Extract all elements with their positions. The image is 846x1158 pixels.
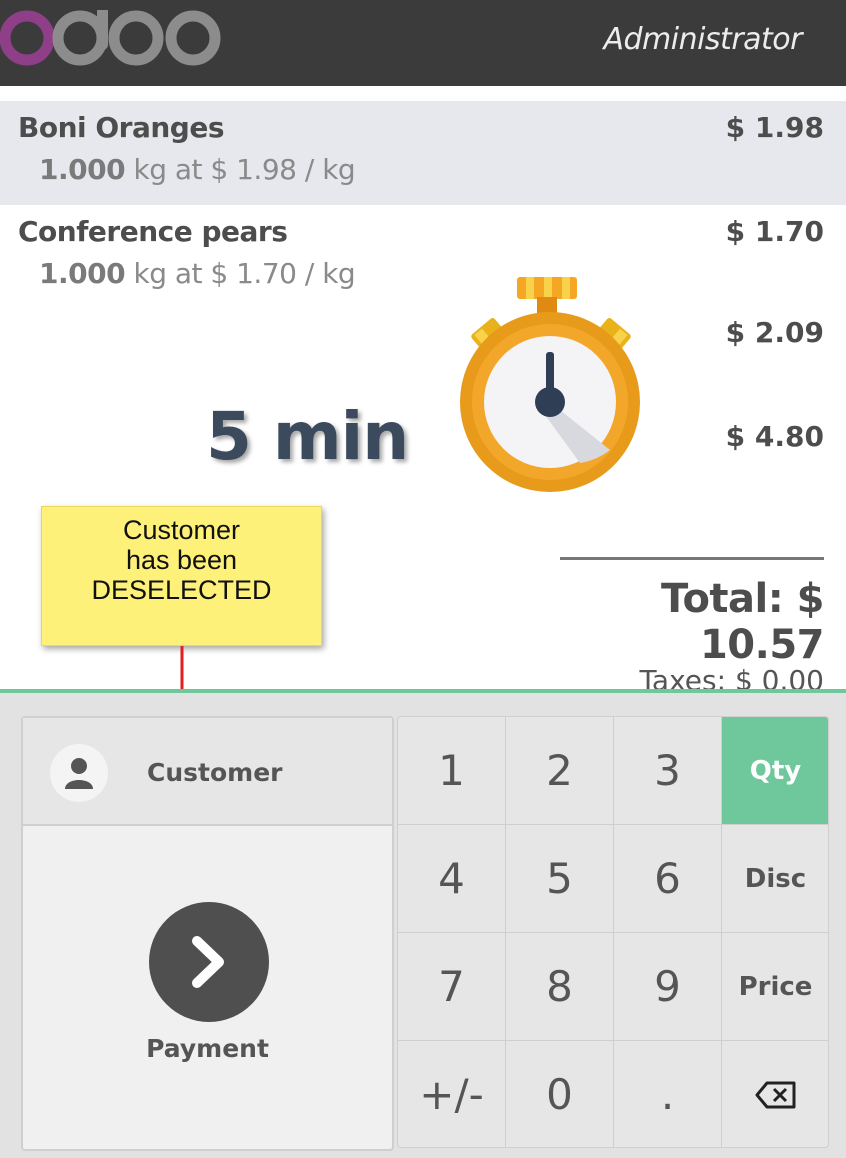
numpad: 1 2 3 Qty 4 5 6 Disc 7 8 9 Price +/- 0 . (397, 716, 829, 1148)
numpad-key-9[interactable]: 9 (614, 933, 722, 1041)
mode-qty-button[interactable]: Qty (722, 717, 828, 825)
order-summary: Total: $ 10.57 Taxes: $ 0.00 (560, 557, 825, 697)
customer-label: Customer (147, 758, 283, 787)
line-detail: 1.000 kg at $ 1.70 / kg (39, 257, 356, 290)
action-pad: Customer Payment (21, 716, 394, 1151)
numpad-key-8[interactable]: 8 (506, 933, 614, 1041)
mode-disc-button[interactable]: Disc (722, 825, 828, 933)
numpad-key-6[interactable]: 6 (614, 825, 722, 933)
numpad-key-7[interactable]: 7 (398, 933, 506, 1041)
time-overlay-text: 5 min (206, 398, 409, 475)
control-panel: Customer Payment 1 2 3 Qty 4 5 6 Disc 7 … (0, 689, 846, 1158)
line-detail: 1.000 kg at $ 1.98 / kg (39, 153, 356, 186)
numpad-key-5[interactable]: 5 (506, 825, 614, 933)
annotation-note-text: Customer has been DESELECTED (91, 515, 272, 605)
backspace-icon (755, 1081, 795, 1108)
numpad-key-2[interactable]: 2 (506, 717, 614, 825)
line-price[interactable]: $ 2.09 (726, 316, 824, 349)
payment-button[interactable] (149, 902, 269, 1022)
payment-label[interactable]: Payment (23, 1034, 392, 1063)
customer-button[interactable]: Customer (23, 718, 392, 826)
order-line[interactable]: Conference pears $ 1.70 1.000 kg at $ 1.… (0, 205, 846, 309)
annotation-note: Customer has been DESELECTED (41, 506, 322, 646)
odoo-logo[interactable] (0, 10, 224, 66)
numpad-key-3[interactable]: 3 (614, 717, 722, 825)
line-unit-info: kg at $ 1.70 / kg (125, 257, 356, 290)
line-qty: 1.000 (39, 153, 126, 186)
stopwatch-icon (460, 277, 640, 492)
numpad-key-sign[interactable]: +/- (398, 1041, 506, 1147)
numpad-key-4[interactable]: 4 (398, 825, 506, 933)
top-bar: Administrator (0, 0, 846, 86)
mode-price-button[interactable]: Price (722, 933, 828, 1041)
numpad-key-1[interactable]: 1 (398, 717, 506, 825)
line-price[interactable]: $ 4.80 (726, 420, 824, 453)
product-name: Conference pears (18, 215, 288, 248)
order-lines: Boni Oranges $ 1.98 1.000 kg at $ 1.98 /… (0, 101, 846, 309)
numpad-key-decimal[interactable]: . (614, 1041, 722, 1147)
user-name[interactable]: Administrator (603, 22, 802, 57)
line-qty: 1.000 (39, 257, 126, 290)
line-price: $ 1.70 (725, 215, 824, 248)
line-price: $ 1.98 (725, 111, 824, 144)
user-icon (50, 744, 108, 802)
order-line-selected[interactable]: Boni Oranges $ 1.98 1.000 kg at $ 1.98 /… (0, 101, 846, 205)
line-unit-info: kg at $ 1.98 / kg (125, 153, 356, 186)
order-total: Total: $ 10.57 (660, 576, 825, 668)
numpad-key-0[interactable]: 0 (506, 1041, 614, 1147)
backspace-button[interactable] (722, 1041, 828, 1147)
product-name: Boni Oranges (18, 111, 225, 144)
chevron-right-icon (192, 936, 224, 988)
